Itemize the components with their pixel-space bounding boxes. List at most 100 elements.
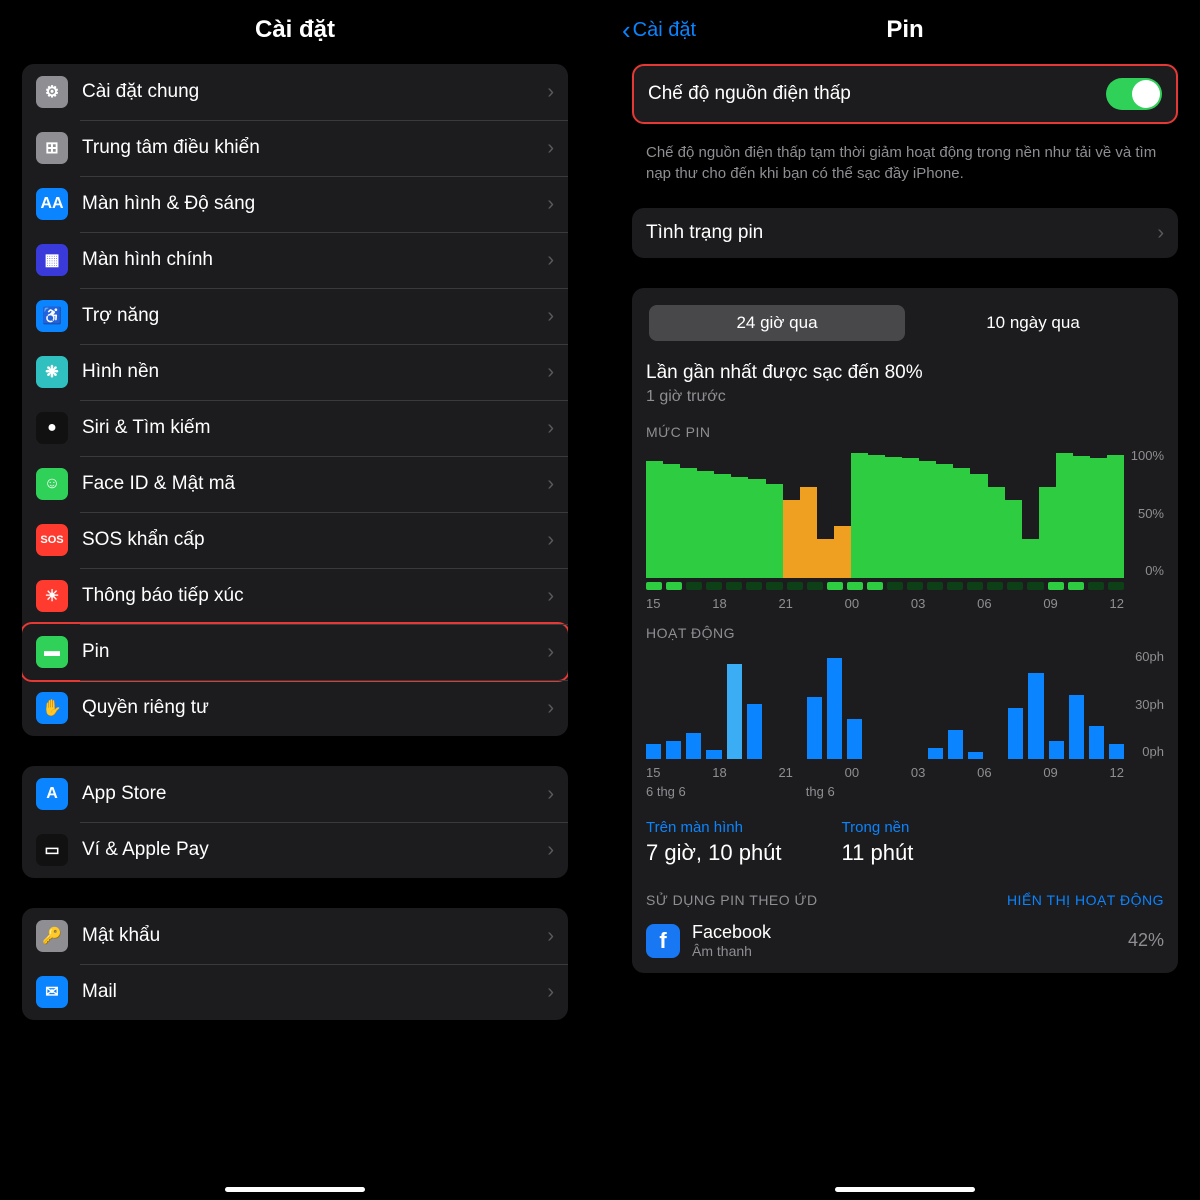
usage-summary: Trên màn hình 7 giờ, 10 phút Trong nền 1… (646, 819, 1164, 866)
date-a: 6 thg 6 (646, 784, 686, 799)
settings-row-th-ng-b-o-ti-p-x-c[interactable]: ☀Thông báo tiếp xúc› (22, 568, 568, 624)
activity-bar (727, 664, 742, 759)
low-power-group: Chế độ nguồn điện thấp (632, 64, 1178, 124)
segmented-control[interactable]: 24 giờ qua 10 ngày qua (646, 302, 1164, 344)
level-chart-title: MỨC PIN (646, 424, 1164, 440)
back-button[interactable]: ‹ Cài đặt (622, 17, 696, 43)
battery-bar (902, 458, 919, 578)
chevron-right-icon: › (547, 305, 554, 328)
activity-bar (1109, 744, 1124, 759)
settings-row-m-n-h-nh-ch-nh[interactable]: ▦Màn hình chính› (22, 232, 568, 288)
seg-24h[interactable]: 24 giờ qua (649, 305, 905, 341)
settings-title: Cài đặt (255, 16, 335, 44)
battery-bar (1039, 487, 1056, 578)
settings-row-h-nh-n-n[interactable]: ❋Hình nền› (22, 344, 568, 400)
facebook-icon: f (646, 924, 680, 958)
row-icon: ✉ (36, 976, 68, 1008)
settings-row-m-n-h-nh-s-ng[interactable]: AAMàn hình & Độ sáng› (22, 176, 568, 232)
right-header: ‹ Cài đặt Pin (610, 0, 1200, 64)
activity-bar (686, 733, 701, 759)
row-label: Màn hình chính (82, 249, 547, 271)
row-icon: ⊞ (36, 132, 68, 164)
battery-bar (1073, 456, 1090, 578)
row-icon: ▬ (36, 636, 68, 668)
battery-bar (697, 471, 714, 578)
home-indicator[interactable] (835, 1187, 975, 1192)
battery-level-chart: MỨC PIN 100%50%0% 1518210003060912 (646, 424, 1164, 611)
settings-row-v-apple-pay[interactable]: ▭ Ví & Apple Pay› (22, 822, 568, 878)
seg-10d[interactable]: 10 ngày qua (905, 305, 1161, 341)
activity-chart-title: HOẠT ĐỘNG (646, 625, 1164, 641)
chevron-right-icon: › (547, 697, 554, 720)
settings-row-tr-n-ng[interactable]: ♿ Trợ năng› (22, 288, 568, 344)
row-label: Trợ năng (82, 305, 547, 327)
row-icon: SOS (36, 524, 68, 556)
battery-health-label: Tình trạng pin (646, 222, 1157, 244)
battery-bar (748, 479, 765, 578)
settings-row-pin[interactable]: ▬Pin› (22, 622, 568, 682)
low-power-label: Chế độ nguồn điện thấp (648, 83, 1106, 105)
last-charged-title: Lần gần nhất được sạc đến 80% (646, 362, 1164, 384)
chevron-right-icon: › (547, 473, 554, 496)
activity-bar (1028, 673, 1043, 759)
low-power-toggle[interactable] (1106, 78, 1162, 110)
battery-bar (1005, 500, 1022, 578)
battery-bar (817, 539, 834, 578)
battery-content: Chế độ nguồn điện thấp Chế độ nguồn điện… (610, 64, 1200, 1200)
chevron-right-icon: › (547, 981, 554, 1004)
date-b: thg 6 (806, 784, 835, 799)
battery-bar (953, 468, 970, 579)
battery-title: Pin (886, 16, 923, 44)
right-screen: ‹ Cài đặt Pin Chế độ nguồn điện thấp Chế… (610, 0, 1200, 1200)
chevron-right-icon: › (547, 529, 554, 552)
row-icon: ▭ (36, 834, 68, 866)
show-activity-link[interactable]: HIỂN THỊ HOẠT ĐỘNG (1007, 892, 1164, 908)
settings-row-sos-kh-n-c-p[interactable]: SOS SOS khẩn cấp› (22, 512, 568, 568)
settings-row-quy-n-ri-ng-t-[interactable]: ✋Quyền riêng tư› (22, 680, 568, 736)
row-label: SOS khẩn cấp (82, 529, 547, 551)
settings-row-mail[interactable]: ✉Mail› (22, 964, 568, 1020)
settings-row-m-t-kh-u[interactable]: 🔑Mật khẩu› (22, 908, 568, 964)
row-label: Pin (82, 641, 547, 663)
row-icon: ● (36, 412, 68, 444)
low-power-desc: Chế độ nguồn điện thấp tạm thời giảm hoạ… (632, 134, 1178, 184)
row-icon: ▦ (36, 244, 68, 276)
settings-row-app-store[interactable]: AApp Store› (22, 766, 568, 822)
row-icon: ☀ (36, 580, 68, 612)
on-screen-value: 7 giờ, 10 phút (646, 840, 782, 866)
activity-bar (1069, 695, 1084, 759)
left-header: Cài đặt (0, 0, 590, 64)
row-icon: ⚙ (36, 76, 68, 108)
battery-bar (1056, 453, 1073, 578)
last-charged-sub: 1 giờ trước (646, 388, 1164, 406)
row-label: Mật khẩu (82, 925, 547, 947)
app-row-facebook[interactable]: f Facebook Âm thanh 42% (646, 922, 1164, 959)
settings-row-c-i-t-chung[interactable]: ⚙ Cài đặt chung› (22, 64, 568, 120)
battery-bar (680, 468, 697, 579)
chevron-right-icon: › (547, 137, 554, 160)
battery-bar (1107, 455, 1124, 579)
row-icon: AA (36, 188, 68, 220)
activity-bar (928, 748, 943, 759)
row-label: Ví & Apple Pay (82, 839, 547, 861)
row-icon: ♿ (36, 300, 68, 332)
battery-bar (800, 487, 817, 578)
chevron-right-icon: › (547, 585, 554, 608)
battery-bar (970, 474, 987, 578)
chevron-right-icon: › (547, 81, 554, 104)
settings-row-trung-t-m-i-u-khi-n[interactable]: ⊞ Trung tâm điều khiển› (22, 120, 568, 176)
battery-bar (919, 461, 936, 578)
settings-list: ⚙Cài đặt chung›⊞Trung tâm điều khiển›AAM… (0, 64, 590, 1200)
row-label: Trung tâm điều khiển (82, 137, 547, 159)
low-power-row[interactable]: Chế độ nguồn điện thấp (634, 66, 1176, 122)
background-value: 11 phút (842, 840, 914, 866)
apps-header: SỬ DỤNG PIN THEO ỨD HIỂN THỊ HOẠT ĐỘNG (646, 892, 1164, 908)
apps-title: SỬ DỤNG PIN THEO ỨD (646, 892, 818, 908)
activity-bar (847, 719, 862, 759)
row-label: Cài đặt chung (82, 81, 547, 103)
battery-health-row[interactable]: Tình trạng pin › (632, 208, 1178, 258)
home-indicator[interactable] (225, 1187, 365, 1192)
settings-row-siri-t-m-ki-m[interactable]: ●Siri & Tìm kiếm› (22, 400, 568, 456)
settings-row-face-id-m-t-m-[interactable]: ☺Face ID & Mật mã› (22, 456, 568, 512)
chevron-right-icon: › (547, 839, 554, 862)
